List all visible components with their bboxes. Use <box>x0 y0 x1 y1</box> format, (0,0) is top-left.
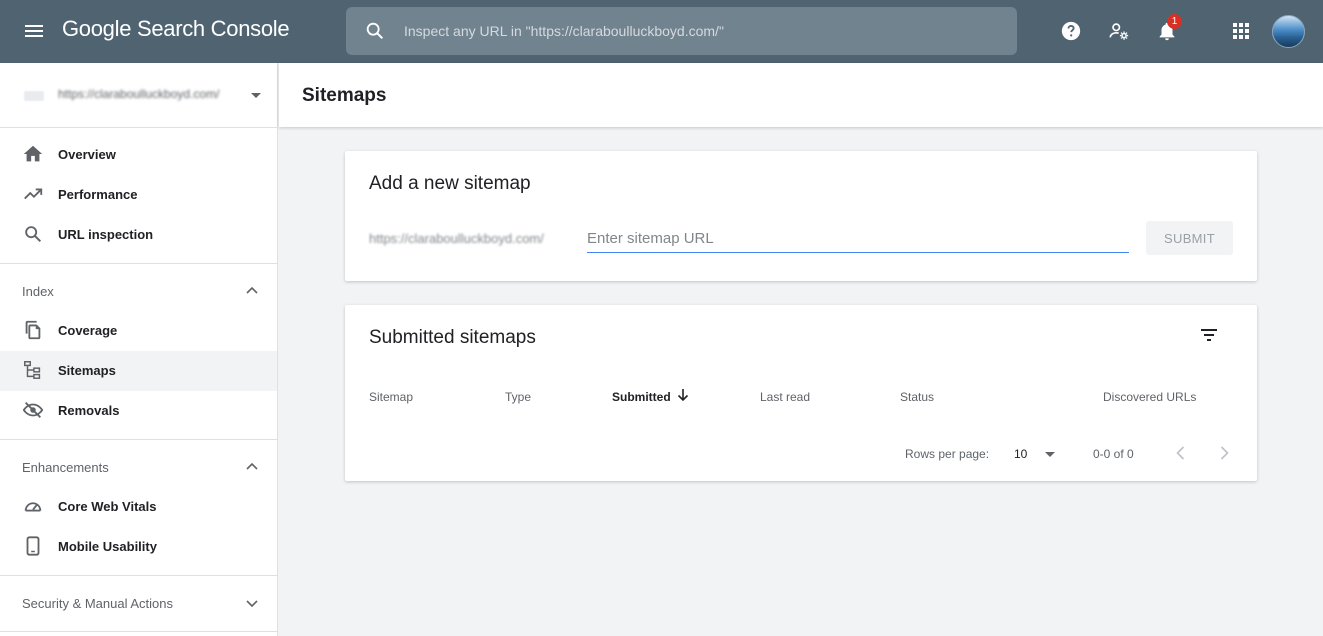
sidebar-item-label: Sitemaps <box>58 363 116 378</box>
column-header-status[interactable]: Status <box>900 390 934 404</box>
section-label: Security & Manual Actions <box>22 596 174 611</box>
card-title: Submitted sitemaps <box>369 327 536 348</box>
chevron-up-icon <box>246 462 258 470</box>
phone-icon <box>26 536 40 556</box>
page-header: Sitemaps <box>279 63 1323 127</box>
sidebar-item-label: Removals <box>58 403 120 418</box>
sidebar-item-performance[interactable]: Performance <box>0 175 277 215</box>
rows-per-page-label: Rows per page: <box>905 447 990 461</box>
caret-down-icon <box>251 93 261 98</box>
column-header-discovered-urls[interactable]: Discovered URLs <box>1103 390 1196 404</box>
sitemap-icon <box>24 361 41 379</box>
card-title: Add a new sitemap <box>369 173 531 194</box>
section-enhancements-toggle[interactable]: Enhancements <box>0 447 277 487</box>
arrow-down-icon[interactable] <box>676 388 690 402</box>
chevron-up-icon <box>246 286 258 294</box>
submitted-sitemaps-card: Submitted sitemaps Sitemap Type Submitte… <box>345 305 1257 481</box>
divider <box>0 631 277 632</box>
column-header-sitemap[interactable]: Sitemap <box>369 390 413 404</box>
column-header-submitted[interactable]: Submitted <box>612 390 671 404</box>
filter-icon[interactable] <box>1197 323 1221 347</box>
add-sitemap-card: Add a new sitemap https://claraboulluckb… <box>345 151 1257 281</box>
property-selector[interactable]: https://claraboulluckboyd.com/ <box>0 63 277 128</box>
apps-grid-icon[interactable] <box>1229 19 1253 43</box>
top-app-bar: Google Search Console 1 <box>0 0 1323 63</box>
divider <box>0 263 277 264</box>
sidebar-nav: https://claraboulluckboyd.com/ Overview … <box>0 63 278 636</box>
trending-icon <box>24 188 43 200</box>
submit-button[interactable]: SUBMIT <box>1146 221 1233 255</box>
menu-icon[interactable] <box>22 20 46 44</box>
gauge-icon <box>24 502 42 512</box>
page-title: Sitemaps <box>302 85 387 106</box>
url-inspect-search[interactable] <box>346 7 1017 55</box>
section-label: Index <box>22 284 54 299</box>
sidebar-item-label: Performance <box>58 187 138 202</box>
chevron-left-icon[interactable] <box>1171 443 1191 463</box>
sidebar-item-label: Core Web Vitals <box>58 499 157 514</box>
eye-off-icon <box>22 402 44 418</box>
section-label: Enhancements <box>22 460 109 475</box>
sidebar-item-label: Coverage <box>58 323 118 338</box>
sidebar-item-removals[interactable]: Removals <box>0 391 277 431</box>
search-icon <box>366 22 384 40</box>
column-header-type[interactable]: Type <box>505 390 531 404</box>
search-input[interactable] <box>404 7 1004 55</box>
sidebar-item-url-inspection[interactable]: URL inspection <box>0 215 277 255</box>
chevron-down-icon <box>246 600 258 608</box>
divider <box>0 439 277 440</box>
property-url: https://claraboulluckboyd.com/ <box>58 87 220 101</box>
section-index-toggle[interactable]: Index <box>0 271 277 311</box>
caret-down-icon[interactable] <box>1045 452 1055 457</box>
rows-per-page-select[interactable]: 10 <box>1014 447 1027 461</box>
sidebar-item-label: URL inspection <box>58 227 154 242</box>
sidebar-item-label: Overview <box>58 147 116 162</box>
property-favicon <box>24 91 44 101</box>
sidebar-item-coverage[interactable]: Coverage <box>0 311 277 351</box>
chevron-right-icon[interactable] <box>1214 443 1234 463</box>
sidebar-item-sitemaps[interactable]: Sitemaps <box>0 351 277 391</box>
sidebar-item-overview[interactable]: Overview <box>0 135 277 175</box>
sitemap-url-input[interactable] <box>587 225 1129 253</box>
sidebar-item-core-web-vitals[interactable]: Core Web Vitals <box>0 487 277 527</box>
product-name[interactable]: Google Search Console <box>62 16 290 42</box>
column-header-last-read[interactable]: Last read <box>760 390 810 404</box>
account-avatar[interactable] <box>1272 15 1305 48</box>
copy-icon <box>25 320 41 340</box>
divider <box>0 575 277 576</box>
home-icon <box>23 145 43 162</box>
sitemap-base-url: https://claraboulluckboyd.com/ <box>369 231 544 246</box>
help-icon[interactable] <box>1059 19 1083 43</box>
notification-badge: 1 <box>1167 14 1182 29</box>
sidebar-item-label: Mobile Usability <box>58 539 157 554</box>
admin-settings-icon[interactable] <box>1107 19 1131 43</box>
sidebar-item-mobile-usability[interactable]: Mobile Usability <box>0 527 277 567</box>
pagination-range: 0-0 of 0 <box>1093 447 1134 461</box>
section-security-toggle[interactable]: Security & Manual Actions <box>0 583 277 623</box>
search-icon <box>25 226 42 243</box>
